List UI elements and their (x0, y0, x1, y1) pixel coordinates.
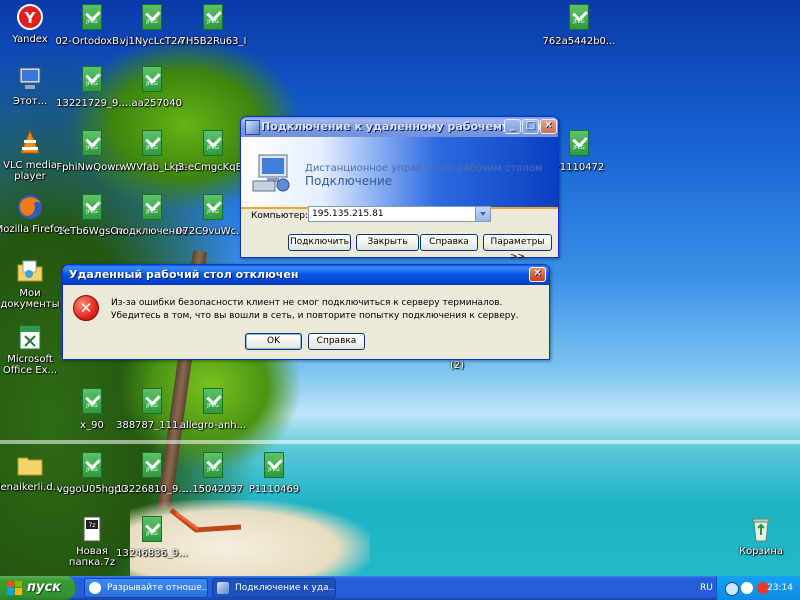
jpeg-file-icon (82, 4, 102, 30)
archive-icon: 7z (77, 514, 107, 544)
desktop-icon-excel[interactable]: Microsoft Office Ex... (0, 322, 67, 376)
icon-label: 072C9vuWcd... (176, 226, 250, 237)
jpeg-file-icon (82, 388, 102, 414)
horizon (0, 440, 800, 444)
desktop-icon-jpeg[interactable]: 762a5442b0... (542, 2, 616, 47)
language-indicator[interactable]: RU (700, 576, 713, 600)
chevron-down-icon[interactable] (475, 207, 490, 221)
icon-label: Microsoft Office Ex... (2, 354, 58, 376)
jpeg-file-icon (203, 388, 223, 414)
jpeg-file-icon (569, 4, 589, 30)
jpeg-file-icon (82, 452, 102, 478)
computer-icon (15, 64, 45, 94)
desktop-icon-caption[interactable]: (2) (420, 360, 494, 371)
icon-label: Мои документы (0, 288, 60, 310)
rdp-icon (217, 582, 229, 594)
volume-icon[interactable] (741, 582, 753, 594)
icon-label: (2) (449, 360, 465, 371)
svg-text:7z: 7z (89, 522, 96, 529)
error-icon: ✕ (73, 295, 99, 321)
taskbar-item-label: Подключение к уда... (235, 583, 336, 593)
desktop-icon-jpeg[interactable]: 3-eCmgcKqEY (176, 128, 250, 173)
icon-label: 7H5B2Ru63_I (179, 36, 247, 47)
help-button[interactable]: Справка (308, 333, 365, 350)
clock: 23:14 (767, 583, 793, 593)
remote-desktop-icon (252, 154, 290, 192)
jpeg-file-icon (142, 4, 162, 30)
computer-label: Компьютер: (251, 211, 308, 221)
error-message: Из-за ошибки безопасности клиент не смог… (111, 298, 519, 321)
close-button[interactable]: ✕ (540, 119, 557, 134)
jpeg-file-icon (203, 4, 223, 30)
icon-label: P1110469 (248, 484, 300, 495)
excel-icon (15, 322, 45, 352)
taskbar-item-browser[interactable]: Разрывайте отноше... (84, 578, 208, 598)
desktop-icon-jpeg[interactable]: allegro-anh... (176, 386, 250, 431)
icon-label: ...aa257040 (122, 98, 182, 109)
close-dialog-button[interactable]: Закрыть (356, 234, 419, 251)
icon-label: 3-eCmgcKqEY (177, 162, 249, 173)
help-button[interactable]: Справка (420, 234, 478, 251)
error-dialog-title: Удаленный рабочий стол отключен (69, 268, 299, 281)
banner-title: Подключение (305, 174, 393, 188)
options-button[interactable]: Параметры >> (483, 234, 552, 262)
jpeg-file-icon (82, 194, 102, 220)
desktop-icon-my-documents[interactable]: Мои документы (0, 256, 67, 310)
icon-label: 762a5442b0... (542, 36, 616, 47)
rdp-connection-window[interactable]: Подключение к удаленному рабочему столу … (240, 116, 559, 262)
jpeg-file-icon (203, 194, 223, 220)
jpeg-file-icon (142, 194, 162, 220)
jpeg-file-icon (142, 388, 162, 414)
taskbar: пуск Разрывайте отноше... Подключение к … (0, 576, 800, 600)
my-documents-icon (15, 256, 45, 286)
desktop-icon-recycle-bin[interactable]: Корзина (724, 514, 798, 557)
recycle-bin-icon (746, 514, 776, 544)
minimize-button[interactable]: _ (504, 119, 521, 134)
maximize-button[interactable]: □ (522, 119, 539, 134)
jpeg-file-icon (142, 130, 162, 156)
taskbar-item-rdp[interactable]: Подключение к уда... (212, 578, 336, 598)
start-label: пуск (27, 580, 61, 595)
rdp-banner: Дистанционное управление рабочим столом … (241, 137, 558, 209)
jpeg-file-icon (142, 452, 162, 478)
jpeg-file-icon (569, 130, 589, 156)
yandex-icon: Y (15, 2, 45, 32)
rdp-window-titlebar[interactable]: Подключение к удаленному рабочему столу … (241, 117, 558, 137)
system-tray: 23:14 (716, 576, 800, 600)
vlc-cone-icon (15, 128, 45, 158)
desktop: Y Yandex 02-OrtodoxB... vj1NycLcT2A 7H5B… (0, 0, 800, 576)
taskbar-item-label: Разрывайте отноше... (107, 583, 208, 593)
computer-combobox[interactable]: 195.135.215.81 (308, 206, 491, 222)
desktop-icon-jpeg[interactable]: 072C9vuWcd... (176, 192, 250, 237)
icon-label: allegro-anh... (179, 420, 247, 431)
jpeg-file-icon (82, 130, 102, 156)
banner-subtitle: Дистанционное управление рабочим столом (305, 163, 543, 174)
folder-icon (15, 450, 45, 480)
icon-label: 13246836_9... (116, 548, 188, 559)
firefox-icon (15, 192, 45, 222)
jpeg-file-icon (264, 452, 284, 478)
rdp-app-icon (245, 120, 260, 135)
ok-button[interactable]: OK (245, 333, 302, 350)
connect-button[interactable]: Подключить (288, 234, 351, 251)
icon-label: Корзина (738, 546, 784, 557)
desktop-icon-jpeg[interactable]: P1110469 (237, 450, 311, 495)
svg-text:Y: Y (24, 9, 37, 27)
close-button[interactable]: ✕ (529, 267, 546, 282)
yandex-browser-icon (89, 582, 101, 594)
jpeg-file-icon (82, 66, 102, 92)
disconnect-error-dialog[interactable]: Удаленный рабочий стол отключен ✕ ✕ Из-з… (62, 264, 550, 360)
network-icon[interactable] (725, 582, 739, 596)
computer-value: 195.135.215.81 (312, 209, 384, 219)
start-button[interactable]: пуск (0, 576, 75, 600)
desktop-icon-jpeg[interactable]: 13246836_9... (115, 514, 189, 559)
jpeg-file-icon (203, 130, 223, 156)
jpeg-file-icon (142, 516, 162, 542)
windows-logo-icon (7, 581, 22, 595)
jpeg-file-icon (203, 452, 223, 478)
jpeg-file-icon (142, 66, 162, 92)
desktop-icon-jpeg[interactable]: ...aa257040 (115, 64, 189, 109)
desktop-icon-jpeg[interactable]: 7H5B2Ru63_I (176, 2, 250, 47)
error-dialog-titlebar[interactable]: Удаленный рабочий стол отключен ✕ (63, 265, 549, 285)
